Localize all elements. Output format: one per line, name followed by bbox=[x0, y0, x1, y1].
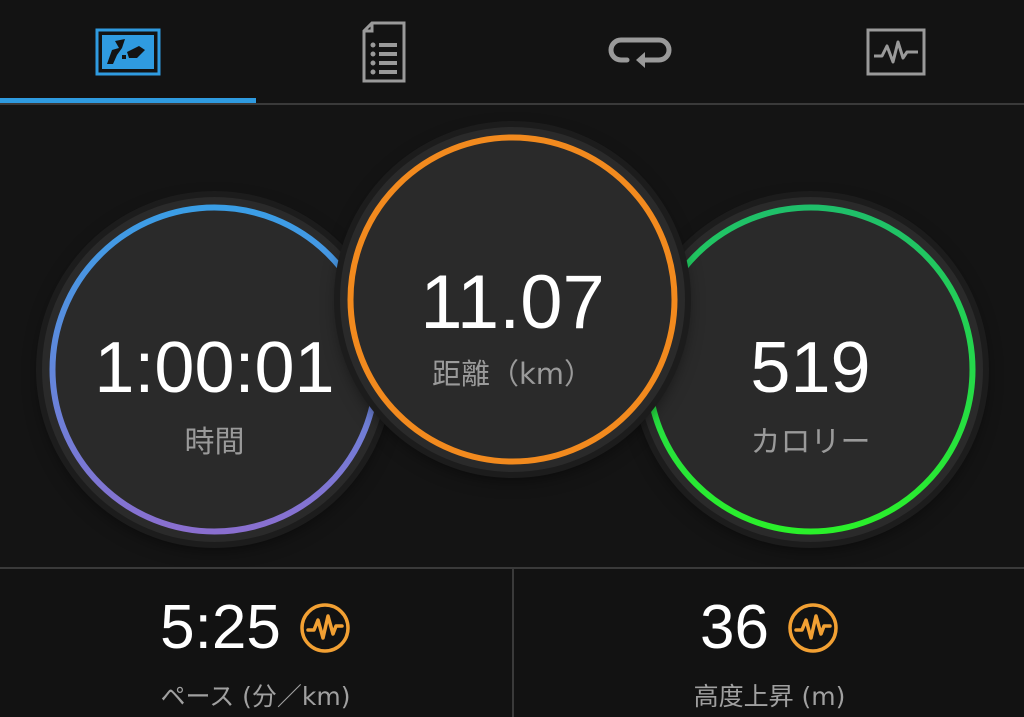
tab-bar bbox=[0, 0, 1024, 105]
elevation-value: 36 bbox=[700, 593, 769, 662]
time-ring: 1:00:01 時間 bbox=[42, 197, 387, 542]
metrics-panel: 5:25 ペース (分／km) 36 高度上昇 (m) bbox=[0, 567, 1024, 717]
distance-label: 距離（km） bbox=[431, 357, 594, 391]
elevation-metric[interactable]: 36 高度上昇 (m) bbox=[512, 569, 1024, 717]
pace-metric[interactable]: 5:25 ペース (分／km) bbox=[0, 569, 511, 717]
document-list-icon bbox=[362, 21, 406, 82]
calories-value: 519 bbox=[750, 328, 871, 408]
pace-value: 5:25 bbox=[160, 593, 281, 662]
summary-rings: 1:00:01 時間 519 カロリー 11.07 距離（km） bbox=[0, 105, 1024, 565]
map-icon bbox=[95, 28, 161, 75]
distance-ring: 11.07 距離（km） bbox=[340, 127, 685, 472]
tab-details[interactable] bbox=[256, 0, 512, 103]
pace-label: ペース (分／km) bbox=[160, 682, 351, 711]
elevation-label: 高度上昇 (m) bbox=[693, 682, 846, 711]
calories-ring: 519 カロリー bbox=[638, 197, 983, 542]
time-label: 時間 bbox=[184, 425, 245, 460]
tab-map[interactable] bbox=[0, 0, 256, 103]
activity-chart-icon bbox=[866, 28, 926, 75]
time-value: 1:00:01 bbox=[94, 328, 335, 408]
laps-loop-icon bbox=[608, 37, 672, 68]
calories-label: カロリー bbox=[750, 425, 871, 460]
elevation-pulse-icon[interactable] bbox=[787, 602, 839, 654]
active-tab-indicator bbox=[0, 98, 256, 103]
distance-value: 11.07 bbox=[420, 260, 605, 345]
pace-pulse-icon[interactable] bbox=[299, 602, 351, 654]
tab-charts[interactable] bbox=[768, 0, 1024, 103]
tab-laps[interactable] bbox=[512, 0, 768, 103]
